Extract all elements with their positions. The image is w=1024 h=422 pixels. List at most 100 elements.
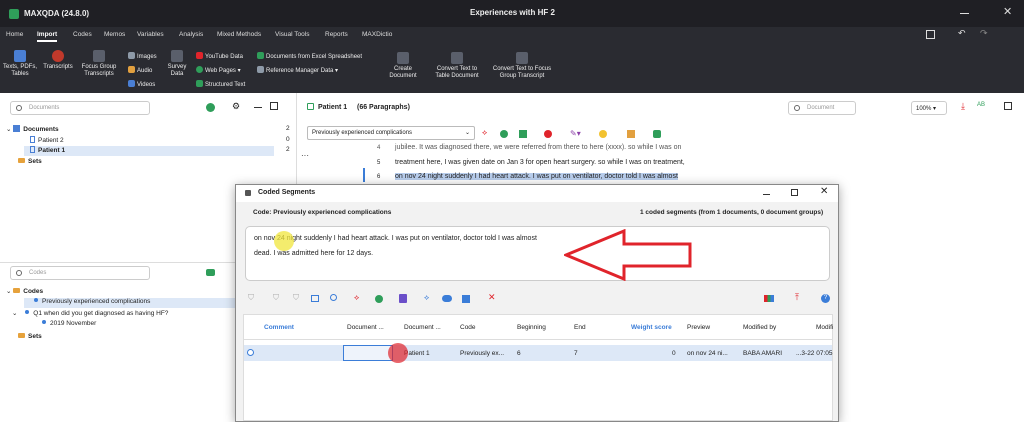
columns-icon[interactable]: [311, 295, 319, 302]
col-document-name[interactable]: Document ...: [404, 324, 441, 331]
create-document-button[interactable]: Create Document: [386, 52, 420, 80]
code-select[interactable]: Previously experienced complications ⌄: [307, 126, 475, 140]
code-toolbar-icon[interactable]: [519, 130, 527, 138]
copy-icon[interactable]: [399, 294, 407, 303]
filter-icon[interactable]: ⛉: [273, 293, 279, 303]
import-reference-manager-button[interactable]: Reference Manager Data ▾: [257, 66, 338, 74]
col-modified[interactable]: Modifi: [816, 324, 833, 331]
table-icon[interactable]: [926, 30, 935, 39]
minimize-panel-icon[interactable]: [254, 107, 262, 108]
documents-root[interactable]: ⌄ Documents: [6, 125, 59, 133]
col-weight-score[interactable]: Weight score: [631, 324, 672, 331]
table-row[interactable]: Patient 1 Previously ex... 6 7 0 on nov …: [244, 345, 833, 361]
export-icon[interactable]: ⤓: [961, 101, 965, 112]
cell-weight-score[interactable]: 0: [672, 350, 676, 357]
col-comment[interactable]: Comment: [264, 324, 294, 331]
menu-visual-tools[interactable]: Visual Tools: [275, 31, 309, 38]
survey-icon: [171, 50, 183, 62]
col-beginning[interactable]: Beginning: [517, 324, 546, 331]
import-structured-text-button[interactable]: Structured Text: [196, 80, 245, 88]
spell-icon[interactable]: AB: [977, 102, 985, 108]
menu-analysis[interactable]: Analysis: [179, 31, 203, 38]
cell-modified[interactable]: ...3-22 07:05: [796, 350, 833, 357]
dialog-close-icon[interactable]: ✕: [820, 186, 828, 197]
menu-home[interactable]: Home: [6, 31, 23, 38]
code-sets[interactable]: Sets: [18, 333, 42, 340]
layout-icon[interactable]: [1004, 102, 1012, 110]
menu-import[interactable]: Import: [37, 31, 58, 42]
code-icon[interactable]: ⟡: [424, 293, 429, 303]
gear-icon[interactable]: ⚙: [232, 101, 240, 112]
code-icon[interactable]: [462, 295, 470, 303]
convert-focus-button[interactable]: Convert Text to Focus Group Transcript: [488, 52, 556, 80]
codes-root[interactable]: ⌄ Codes: [6, 287, 43, 295]
dialog-minimize-icon[interactable]: [763, 194, 770, 195]
code-toolbar-icon[interactable]: [544, 130, 552, 138]
cell-code[interactable]: Previously ex...: [460, 350, 504, 357]
code-toolbar-icon[interactable]: ⟡: [482, 128, 487, 138]
close-window-icon[interactable]: ✕: [1003, 5, 1012, 18]
document-sets[interactable]: Sets: [18, 158, 42, 165]
import-audio-button[interactable]: Audio: [128, 66, 152, 74]
text-line-coded[interactable]: 6 on nov 24 night suddenly I had heart at…: [377, 173, 678, 180]
col-document-group[interactable]: Document ...: [347, 324, 384, 331]
code-toolbar-icon[interactable]: [653, 130, 661, 138]
more-icon[interactable]: ···: [301, 151, 309, 160]
menu-maxdictio[interactable]: MAXDictio: [362, 31, 392, 38]
cell-beginning[interactable]: 6: [517, 350, 521, 357]
import-webpages-button[interactable]: Web Pages ▾: [196, 66, 241, 74]
cell-preview[interactable]: on nov 24 ni...: [687, 350, 728, 357]
cell-document-group[interactable]: [343, 345, 393, 361]
import-texts-button[interactable]: Texts, PDFs, Tables: [2, 50, 38, 78]
undo-icon[interactable]: ↶: [958, 28, 966, 39]
convert-table-button[interactable]: Convert Text to Table Document: [430, 52, 484, 80]
col-modified-by[interactable]: Modified by: [743, 324, 776, 331]
import-videos-button[interactable]: Videos: [128, 80, 155, 88]
codes-search-input[interactable]: Codes: [10, 266, 150, 280]
edit-icon[interactable]: [307, 103, 314, 110]
code-icon[interactable]: [375, 295, 383, 303]
col-end[interactable]: End: [574, 324, 586, 331]
minimize-icon[interactable]: [960, 13, 969, 14]
import-focus-group-button[interactable]: Focus Group Transcripts: [77, 50, 121, 78]
documents-search-input[interactable]: Documents: [10, 101, 150, 115]
search-icon[interactable]: [330, 294, 337, 301]
menu-codes[interactable]: Codes: [73, 31, 92, 38]
code-q1[interactable]: ⌄ Q1 when did you get diagnosed as havin…: [12, 309, 168, 317]
new-code-icon[interactable]: [206, 269, 215, 276]
export-icon[interactable]: ⤒: [795, 292, 799, 303]
add-document-icon[interactable]: [206, 103, 215, 112]
menu-variables[interactable]: Variables: [137, 31, 164, 38]
emoji-icon[interactable]: [599, 130, 607, 138]
import-images-button[interactable]: Images: [128, 52, 157, 60]
cell-end[interactable]: 7: [574, 350, 578, 357]
cloud-icon[interactable]: [442, 295, 452, 302]
dialog-maximize-icon[interactable]: [791, 189, 798, 196]
import-survey-button[interactable]: Survey Data: [164, 50, 190, 78]
cell-modified-by[interactable]: BABA AMARI: [743, 350, 782, 357]
import-excel-button[interactable]: Documents from Excel Spreadsheet: [257, 52, 362, 60]
import-transcripts-button[interactable]: Transcripts: [40, 50, 76, 71]
chart-icon[interactable]: [764, 295, 774, 302]
menu-reports[interactable]: Reports: [325, 31, 348, 38]
document-patient-2[interactable]: Patient 2: [30, 136, 64, 144]
code-toolbar-icon[interactable]: [500, 130, 508, 138]
filter-icon[interactable]: ⛉: [248, 293, 254, 303]
code-toolbar-icon[interactable]: [627, 130, 635, 138]
col-code[interactable]: Code: [460, 324, 476, 331]
highlighter-icon[interactable]: ✎▾: [570, 129, 581, 138]
zoom-select[interactable]: 100% ▾: [911, 101, 947, 115]
menu-memos[interactable]: Memos: [104, 31, 125, 38]
col-preview[interactable]: Preview: [687, 324, 710, 331]
filter-icon[interactable]: ⛉: [293, 293, 299, 303]
redo-icon[interactable]: ↷: [980, 28, 988, 39]
import-youtube-button[interactable]: YouTube Data: [196, 52, 243, 60]
code-2019-november[interactable]: 2019 November: [42, 320, 96, 327]
maximize-panel-icon[interactable]: [270, 102, 278, 110]
menu-mixed-methods[interactable]: Mixed Methods: [217, 31, 261, 38]
delete-icon[interactable]: ✕: [488, 292, 496, 303]
document-search-input[interactable]: Document: [788, 101, 856, 115]
help-icon[interactable]: ?: [821, 294, 830, 303]
code-icon[interactable]: ⟡: [354, 293, 359, 303]
document-patient-1[interactable]: Patient 1: [24, 146, 274, 156]
